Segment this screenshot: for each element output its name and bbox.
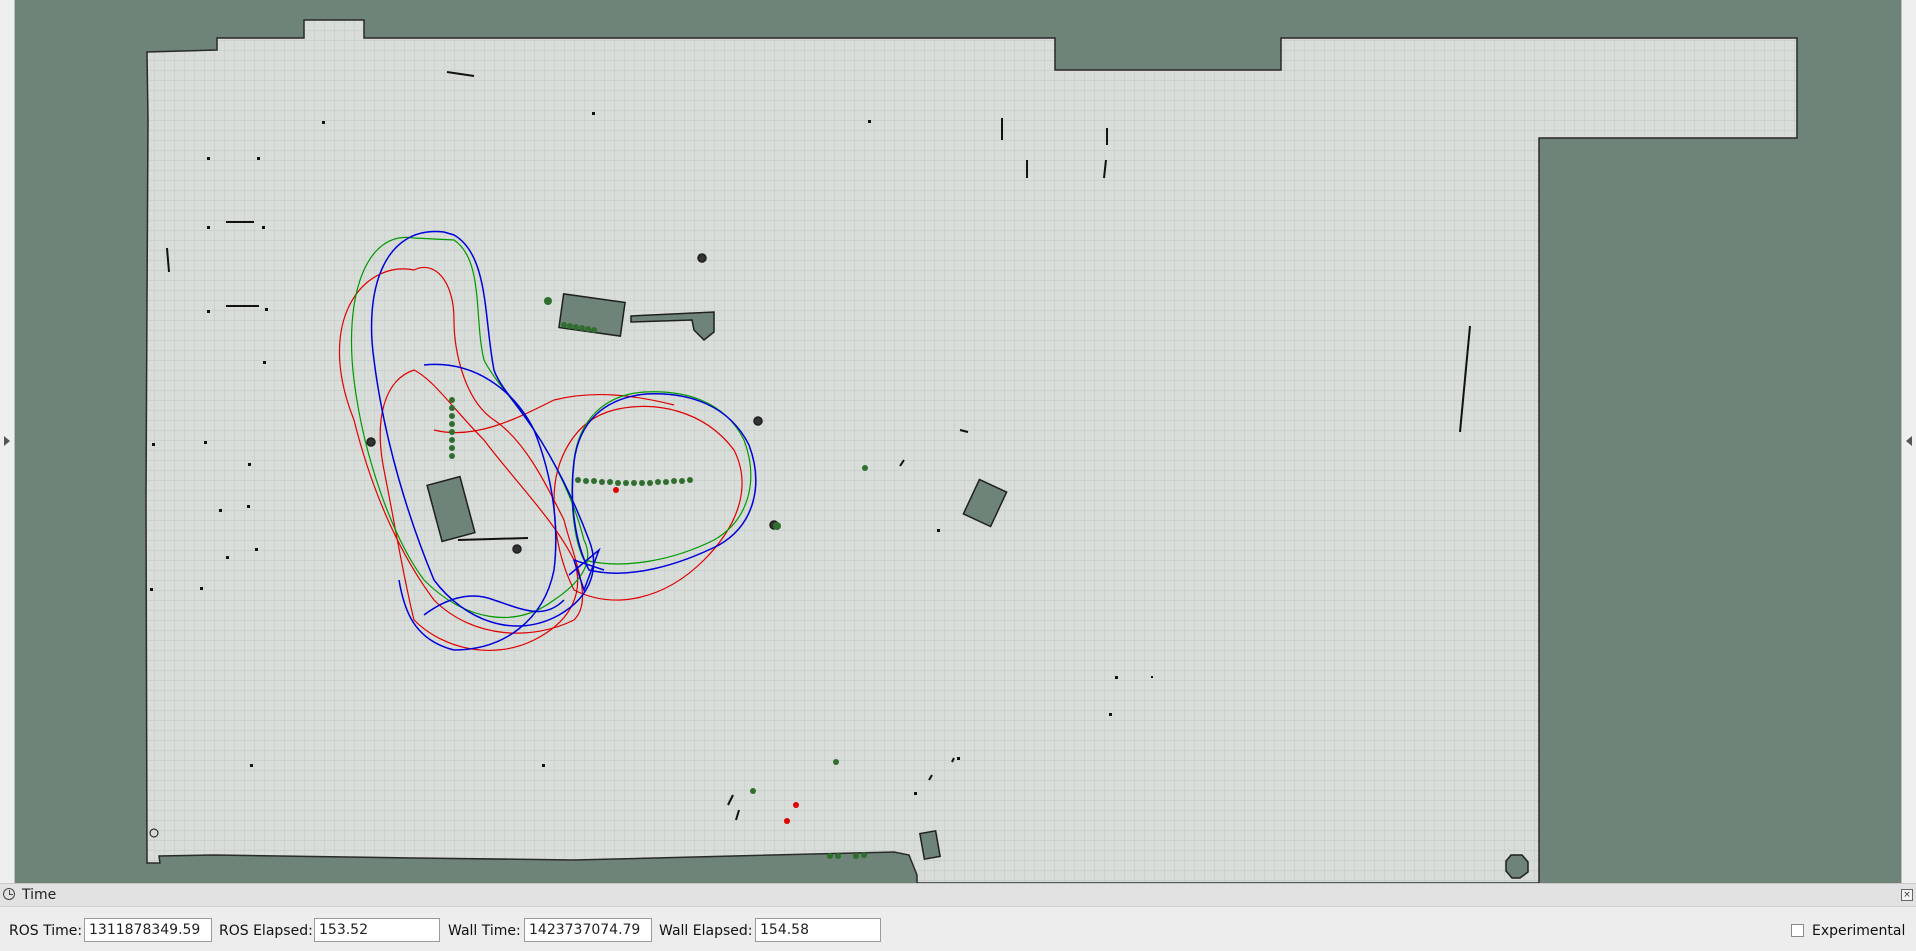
free-space-area bbox=[145, 19, 1798, 883]
left-panel-handle[interactable] bbox=[0, 0, 15, 883]
map-viewport[interactable] bbox=[0, 0, 1916, 883]
ros-time-label: ROS Time: bbox=[9, 923, 83, 939]
occupancy-map[interactable] bbox=[14, 0, 1902, 883]
wall-time-field[interactable]: 1423737074.79 bbox=[524, 918, 652, 942]
experimental-label: Experimental bbox=[1812, 923, 1906, 939]
triangle-right-icon[interactable] bbox=[1906, 436, 1912, 446]
time-panel-title: Time bbox=[22, 887, 57, 903]
wall-elapsed-field[interactable]: 154.58 bbox=[755, 918, 881, 942]
clock-icon bbox=[3, 888, 15, 900]
experimental-checkbox[interactable] bbox=[1791, 924, 1804, 937]
time-panel: Time × ROS Time: 1311878349.59 ROS Elaps… bbox=[0, 883, 1916, 951]
ros-time-field[interactable]: 1311878349.59 bbox=[84, 918, 212, 942]
triangle-left-icon[interactable] bbox=[4, 436, 10, 446]
time-panel-title-bar[interactable]: Time × bbox=[0, 884, 1916, 907]
wall-time-label: Wall Time: bbox=[448, 923, 521, 939]
wall-elapsed-label: Wall Elapsed: bbox=[659, 923, 753, 939]
ros-elapsed-label: ROS Elapsed: bbox=[219, 923, 313, 939]
ros-elapsed-field[interactable]: 153.52 bbox=[314, 918, 440, 942]
right-panel-handle[interactable] bbox=[1901, 0, 1916, 883]
close-icon[interactable]: × bbox=[1901, 889, 1913, 901]
